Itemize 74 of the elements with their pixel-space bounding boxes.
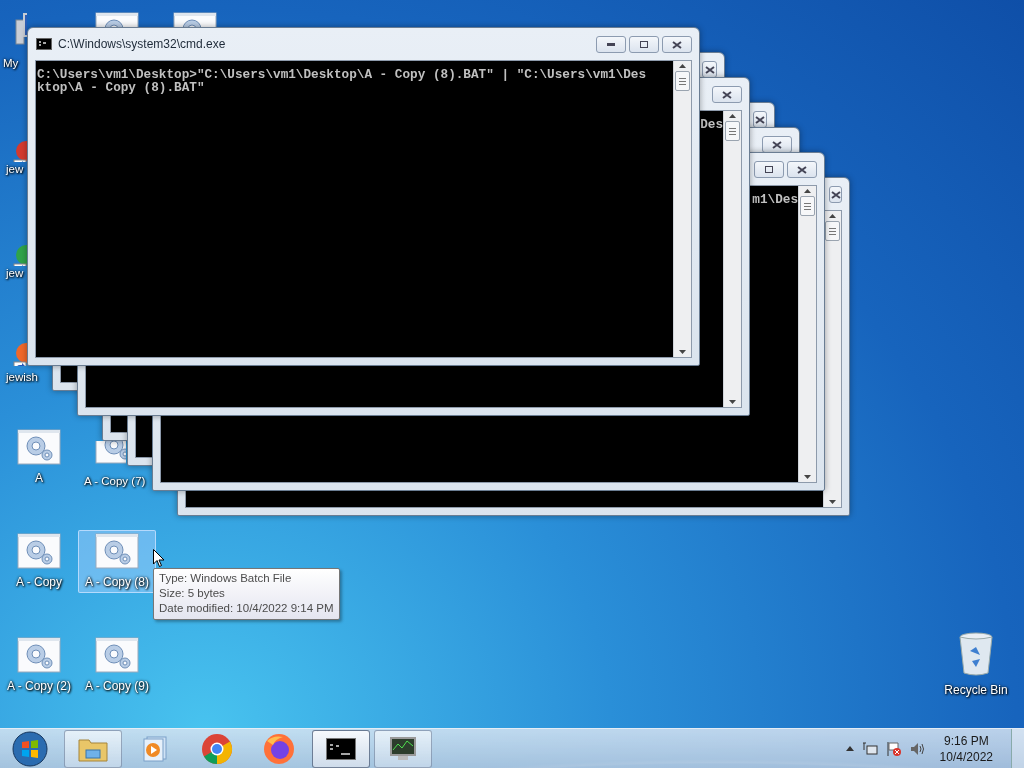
- tooltip-text: Date modified: 10/4/2022 9:14 PM: [159, 601, 334, 616]
- batch-file-icon: [17, 429, 61, 465]
- desktop-icon[interactable]: A - Copy (2): [0, 634, 78, 697]
- maximize-icon: [765, 166, 773, 173]
- batch-file-icon: [95, 637, 139, 673]
- tooltip-text: Size: 5 bytes: [159, 586, 226, 601]
- desktop-icon[interactable]: A - Copy: [0, 530, 78, 593]
- scroll-up-icon[interactable]: [679, 64, 686, 68]
- icon-label: jew: [6, 267, 24, 279]
- close-button[interactable]: [712, 86, 742, 103]
- desktop-icon[interactable]: A - Copy (8): [78, 530, 156, 593]
- icon-label: My: [3, 57, 19, 69]
- console-icon: [326, 737, 356, 760]
- close-icon: [722, 90, 732, 99]
- desktop-icon[interactable]: Recycle Bin: [937, 628, 1015, 701]
- scroll-down-icon[interactable]: [729, 400, 736, 404]
- scrollbar[interactable]: [723, 111, 741, 407]
- taskbar-button[interactable]: [312, 729, 370, 768]
- scroll-up-icon[interactable]: [729, 114, 736, 118]
- windows-orb-icon: [12, 730, 48, 767]
- browser-icon: [201, 732, 233, 765]
- close-button[interactable]: [662, 36, 692, 53]
- tooltip-text: Type: Windows Batch File: [159, 571, 293, 586]
- scroll-down-icon[interactable]: [804, 475, 811, 479]
- network-icon[interactable]: [861, 740, 878, 757]
- close-icon: [830, 190, 841, 199]
- close-icon: [672, 40, 682, 49]
- close-button[interactable]: [787, 161, 817, 178]
- console-text: C:\Users\vm1\Desktop>"C:\Users\vm1\Desktop\A - Copy (8).BAT" | "C:\Users\vm1\Des: [37, 68, 647, 81]
- maximize-icon: [640, 41, 648, 48]
- window-title: C:\Windows\system32\cmd.exe: [58, 37, 226, 51]
- icon-label: jewish: [6, 371, 38, 383]
- minimize-icon: [607, 43, 615, 46]
- media-player-icon: [143, 735, 167, 762]
- flag-icon[interactable]: [885, 740, 902, 757]
- desktop-icon[interactable]: A - Copy (9): [78, 634, 156, 697]
- scroll-thumb[interactable]: [725, 121, 740, 141]
- clock[interactable]: 9:16 PM 10/4/2022: [933, 732, 1003, 765]
- console-text: ktop\A - Copy (8).BAT": [37, 81, 205, 94]
- console-icon: [36, 38, 52, 50]
- batch-file-icon[interactable]: [95, 12, 139, 27]
- minimize-button[interactable]: [596, 36, 626, 53]
- scroll-down-icon[interactable]: [829, 500, 836, 504]
- maximize-button[interactable]: [754, 161, 784, 178]
- batch-file-icon[interactable]: [95, 441, 126, 464]
- close-icon: [755, 115, 765, 124]
- console-text: Des: [700, 118, 723, 131]
- icon-label: A - Copy (7): [84, 475, 146, 487]
- desktop-icon[interactable]: A: [0, 426, 78, 489]
- batch-file-icon: [95, 533, 139, 569]
- close-icon: [704, 65, 715, 74]
- show-hidden-icons-icon[interactable]: [845, 746, 854, 751]
- icon-label: jew: [6, 163, 24, 175]
- close-icon: [772, 140, 782, 149]
- batch-file-icon: [17, 637, 61, 673]
- scroll-down-icon[interactable]: [679, 350, 686, 354]
- close-icon: [797, 165, 807, 174]
- maximize-button[interactable]: [629, 36, 659, 53]
- scroll-thumb[interactable]: [675, 71, 690, 91]
- scrollbar[interactable]: [673, 61, 691, 357]
- batch-file-icon: [17, 533, 61, 569]
- scrollbar[interactable]: [798, 186, 816, 482]
- batch-file-icon[interactable]: [173, 12, 217, 27]
- mouse-pointer-icon: [153, 549, 165, 568]
- scroll-thumb[interactable]: [825, 221, 840, 241]
- recycle-bin-icon: [958, 631, 994, 677]
- scroll-thumb[interactable]: [800, 196, 815, 216]
- close-button[interactable]: [829, 186, 842, 203]
- scroll-up-icon[interactable]: [829, 214, 836, 218]
- taskbar-button[interactable]: [374, 729, 432, 768]
- scroll-up-icon[interactable]: [804, 189, 811, 193]
- task-manager-icon: [388, 735, 418, 762]
- console-text: m1\Des: [752, 193, 798, 206]
- browser-icon: [263, 732, 295, 765]
